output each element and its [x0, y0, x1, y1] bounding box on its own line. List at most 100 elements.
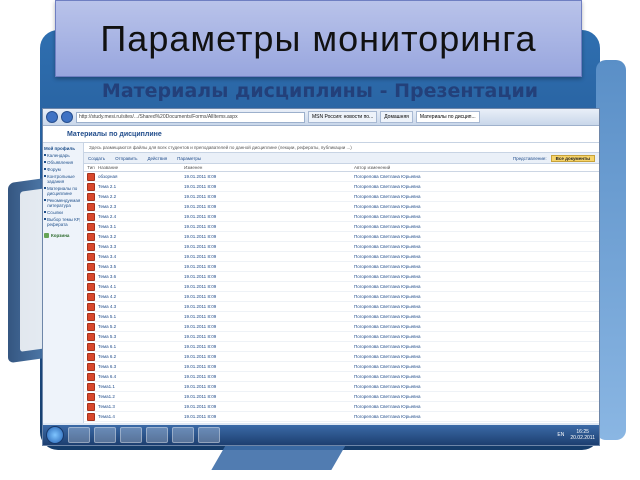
author-link[interactable]: Погорелова Светлана Юрьевна — [354, 204, 599, 209]
table-row[interactable]: Тема 5.3 19.01.2011 8:09 Погорелова Светла… — [84, 332, 599, 342]
column-type[interactable]: Тип — [84, 165, 98, 170]
author-link[interactable]: Погорелова Светлана Юрьевна — [354, 324, 599, 329]
browser-tab-msn[interactable]: MSN Россия: новости по... — [308, 111, 378, 123]
file-name-link[interactable]: Тема1.4 — [98, 414, 184, 419]
table-row[interactable]: Тема 6.2 19.01.2011 8:09 Погорелова Светла… — [84, 352, 599, 362]
sidebar-item-materials[interactable]: Материалы по дисциплине — [44, 186, 82, 196]
author-link[interactable]: Погорелова Светлана Юрьевна — [354, 374, 599, 379]
file-name-link[interactable]: Тема 2.2 — [98, 194, 184, 199]
table-row[interactable]: Тема 2.2 19.01.2011 8:09 Погорелова Светла… — [84, 192, 599, 202]
file-name-link[interactable]: Тема 6.2 — [98, 354, 184, 359]
file-name-link[interactable]: Тема 5.1 — [98, 314, 184, 319]
browser-tab-home[interactable]: Домашняя — [380, 111, 413, 123]
file-name-link[interactable]: Тема 6.1 — [98, 344, 184, 349]
author-link[interactable]: Погорелова Светлана Юрьевна — [354, 174, 599, 179]
author-link[interactable]: Погорелова Светлана Юрьевна — [354, 184, 599, 189]
table-row[interactable]: Тема 4.1 19.01.2011 8:09 Погорелова Светла… — [84, 282, 599, 292]
ie-icon[interactable] — [68, 427, 90, 443]
sidebar-item-forum[interactable]: Форум — [44, 167, 82, 172]
file-name-link[interactable]: Тема 4.2 — [98, 294, 184, 299]
author-link[interactable]: Погорелова Светлана Юрьевна — [354, 404, 599, 409]
file-name-link[interactable]: Тема 2.4 — [98, 214, 184, 219]
file-name-link[interactable]: Тема 5.3 — [98, 334, 184, 339]
table-row[interactable]: Тема 5.1 19.01.2011 8:09 Погорелова Светла… — [84, 312, 599, 322]
table-row[interactable]: Тема 3.3 19.01.2011 8:09 Погорелова Светла… — [84, 242, 599, 252]
view-dropdown[interactable]: Все документы — [550, 154, 595, 162]
file-name-link[interactable]: Тема 2.3 — [98, 204, 184, 209]
table-row[interactable]: Тема 3.6 19.01.2011 8:09 Погорелова Светла… — [84, 272, 599, 282]
column-modified[interactable]: Изменен — [184, 165, 354, 170]
author-link[interactable]: Погорелова Светлана Юрьевна — [354, 264, 599, 269]
forward-icon[interactable] — [61, 111, 73, 123]
author-link[interactable]: Погорелова Светлана Юрьевна — [354, 194, 599, 199]
table-row[interactable]: Тема1.2 19.01.2011 8:09 Погорелова Светлан… — [84, 392, 599, 402]
table-row[interactable]: Тема 2.3 19.01.2011 8:09 Погорелова Светла… — [84, 202, 599, 212]
author-link[interactable]: Погорелова Светлана Юрьевна — [354, 384, 599, 389]
file-name-link[interactable]: Тема 3.6 — [98, 274, 184, 279]
file-name-link[interactable]: Тема 3.4 — [98, 254, 184, 259]
author-link[interactable]: Погорелова Светлана Юрьевна — [354, 254, 599, 259]
author-link[interactable]: Погорелова Светлана Юрьевна — [354, 294, 599, 299]
author-link[interactable]: Погорелова Светлана Юрьевна — [354, 394, 599, 399]
author-link[interactable]: Погорелова Светлана Юрьевна — [354, 344, 599, 349]
powerpoint-icon[interactable] — [172, 427, 194, 443]
author-link[interactable]: Погорелова Светлана Юрьевна — [354, 274, 599, 279]
language-indicator[interactable]: EN — [557, 432, 564, 438]
author-link[interactable]: Погорелова Светлана Юрьевна — [354, 234, 599, 239]
sidebar-item-tasks[interactable]: Контрольные задания — [44, 174, 82, 184]
table-row[interactable]: Тема 4.3 19.01.2011 8:09 Погорелова Светла… — [84, 302, 599, 312]
url-input[interactable]: http://study.mesi.ru/sites/.../Shared%20… — [76, 111, 305, 123]
file-name-link[interactable]: Тема 4.1 — [98, 284, 184, 289]
author-link[interactable]: Погорелова Светлана Юрьевна — [354, 314, 599, 319]
author-link[interactable]: Погорелова Светлана Юрьевна — [354, 304, 599, 309]
table-row[interactable]: Тема1.3 19.01.2011 8:09 Погорелова Светлан… — [84, 402, 599, 412]
clock[interactable]: 16:25 20.02.2011 — [570, 429, 595, 441]
back-icon[interactable] — [46, 111, 58, 123]
file-name-link[interactable]: Тема 3.2 — [98, 234, 184, 239]
file-name-link[interactable]: Тема 3.3 — [98, 244, 184, 249]
author-link[interactable]: Погорелова Светлана Юрьевна — [354, 414, 599, 419]
sidebar-item-announcements[interactable]: Объявления — [44, 160, 82, 165]
start-button[interactable] — [46, 426, 64, 444]
file-name-link[interactable]: Тема 3.5 — [98, 264, 184, 269]
author-link[interactable]: Погорелова Светлана Юрьевна — [354, 224, 599, 229]
sidebar-item-calendar[interactable]: Календарь — [44, 153, 82, 158]
author-link[interactable]: Погорелова Светлана Юрьевна — [354, 284, 599, 289]
file-name-link[interactable]: Тема 6.3 — [98, 364, 184, 369]
explorer-icon[interactable] — [94, 427, 116, 443]
column-name[interactable]: Название — [98, 165, 184, 170]
file-name-link[interactable]: Тема 4.3 — [98, 304, 184, 309]
sidebar-item-trash[interactable]: Корзина — [44, 233, 82, 238]
table-row[interactable]: Тема 2.4 19.01.2011 8:09 Погорелова Светла… — [84, 212, 599, 222]
media-player-icon[interactable] — [120, 427, 142, 443]
author-link[interactable]: Погорелова Светлана Юрьевна — [354, 364, 599, 369]
chrome-icon[interactable] — [198, 427, 220, 443]
settings-menu[interactable]: Параметры — [177, 156, 201, 161]
table-row[interactable]: Тема1.1 19.01.2011 8:09 Погорелова Светлан… — [84, 382, 599, 392]
actions-menu[interactable]: Действия — [147, 156, 167, 161]
table-row[interactable]: Тема 3.2 19.01.2011 8:09 Погорелова Светла… — [84, 232, 599, 242]
file-name-link[interactable]: Тема 5.2 — [98, 324, 184, 329]
table-row[interactable]: Тема 6.4 19.01.2011 8:09 Погорелова Светла… — [84, 372, 599, 382]
file-name-link[interactable]: Тема1.3 — [98, 404, 184, 409]
word-icon[interactable] — [146, 427, 168, 443]
file-name-link[interactable]: Тема 2.1 — [98, 184, 184, 189]
author-link[interactable]: Погорелова Светлана Юрьевна — [354, 354, 599, 359]
author-link[interactable]: Погорелова Светлана Юрьевна — [354, 334, 599, 339]
file-name-link[interactable]: Тема1.2 — [98, 394, 184, 399]
file-name-link[interactable]: обзорная — [98, 174, 184, 179]
create-menu[interactable]: Создать — [88, 156, 105, 161]
table-row[interactable]: Тема 6.3 19.01.2011 8:09 Погорелова Светла… — [84, 362, 599, 372]
table-row[interactable]: Тема 6.1 19.01.2011 8:09 Погорелова Светла… — [84, 342, 599, 352]
sidebar-item-topics[interactable]: Выбор темы КР, реферата — [44, 217, 82, 227]
column-author[interactable]: Автор изменений — [354, 165, 599, 170]
table-row[interactable]: Тема 3.4 19.01.2011 8:09 Погорелова Светла… — [84, 252, 599, 262]
author-link[interactable]: Погорелова Светлана Юрьевна — [354, 214, 599, 219]
sidebar-item-links[interactable]: Ссылки — [44, 210, 82, 215]
table-row[interactable]: Тема 5.2 19.01.2011 8:09 Погорелова Светла… — [84, 322, 599, 332]
file-name-link[interactable]: Тема 6.4 — [98, 374, 184, 379]
file-name-link[interactable]: Тема1.1 — [98, 384, 184, 389]
table-row[interactable]: Тема 3.1 19.01.2011 8:09 Погорелова Светла… — [84, 222, 599, 232]
file-name-link[interactable]: Тема 3.1 — [98, 224, 184, 229]
table-row[interactable]: Тема1.4 19.01.2011 8:09 Погорелова Светлан… — [84, 412, 599, 422]
